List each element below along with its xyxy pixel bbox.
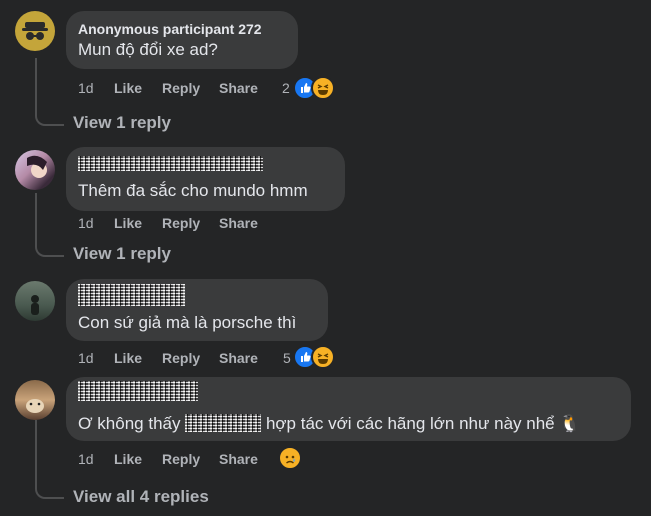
anonymous-incognito-icon xyxy=(22,22,48,40)
comment-bubble: Con sứ giả mà là porsche thì xyxy=(66,279,328,341)
reaction-count[interactable]: 5 xyxy=(283,350,291,366)
reply-connector xyxy=(35,58,64,126)
share-button[interactable]: Share xyxy=(219,451,258,467)
reply-connector xyxy=(35,420,64,499)
view-replies-link[interactable]: View 1 reply xyxy=(73,113,171,133)
share-button[interactable]: Share xyxy=(219,80,258,96)
comment-text-part: Ơ không thấy xyxy=(78,414,181,433)
comment-text: Thêm đa sắc cho mundo hmm xyxy=(78,181,308,200)
haha-icon xyxy=(311,345,335,369)
share-button[interactable]: Share xyxy=(219,350,258,366)
comment-timestamp[interactable]: 1d xyxy=(78,451,94,467)
reply-connector xyxy=(35,193,64,257)
profile-picture-icon xyxy=(31,295,39,315)
like-button[interactable]: Like xyxy=(114,350,142,366)
profile-picture-icon xyxy=(26,399,44,413)
comment-bubble: Ơ không thấy hợp tác với các hãng lớn nh… xyxy=(66,377,631,441)
reaction-count[interactable]: 2 xyxy=(282,80,290,96)
comment-author[interactable]: Anonymous participant 272 xyxy=(78,21,262,37)
comment-bubble: Anonymous participant 272 Mun độ đổi xe … xyxy=(66,11,298,69)
redacted-brand-name xyxy=(185,414,262,432)
comment-text: Mun độ đổi xe ad? xyxy=(78,40,218,59)
redacted-author-name xyxy=(78,381,198,401)
sad-icon xyxy=(278,446,302,470)
reply-button[interactable]: Reply xyxy=(162,215,200,231)
reactions[interactable] xyxy=(278,446,302,470)
comment-timestamp[interactable]: 1d xyxy=(78,80,94,96)
share-button[interactable]: Share xyxy=(219,215,258,231)
comment-bubble: Thêm đa sắc cho mundo hmm xyxy=(66,147,345,211)
reply-button[interactable]: Reply xyxy=(162,350,200,366)
view-replies-link[interactable]: View 1 reply xyxy=(73,244,171,264)
redacted-author-name xyxy=(78,284,185,306)
avatar[interactable] xyxy=(15,281,55,321)
comment-timestamp[interactable]: 1d xyxy=(78,215,94,231)
reactions[interactable] xyxy=(293,345,335,369)
redacted-author-name xyxy=(78,156,263,171)
comment-text: Con sứ giả mà là porsche thì xyxy=(78,313,297,332)
like-button[interactable]: Like xyxy=(114,80,142,96)
avatar[interactable] xyxy=(15,11,55,51)
avatar[interactable] xyxy=(15,150,55,190)
reply-button[interactable]: Reply xyxy=(162,451,200,467)
view-replies-link[interactable]: View all 4 replies xyxy=(73,487,209,507)
comment-text-part: hợp tác với các hãng lớn như này nhể 🐧 xyxy=(265,414,581,433)
profile-picture-icon xyxy=(27,155,47,178)
like-button[interactable]: Like xyxy=(114,451,142,467)
avatar[interactable] xyxy=(15,380,55,420)
comment-timestamp[interactable]: 1d xyxy=(78,350,94,366)
comment-text: Ơ không thấy hợp tác với các hãng lớn nh… xyxy=(78,411,581,434)
reply-button[interactable]: Reply xyxy=(162,80,200,96)
haha-icon xyxy=(311,76,335,100)
like-button[interactable]: Like xyxy=(114,215,142,231)
reactions[interactable] xyxy=(293,76,335,100)
